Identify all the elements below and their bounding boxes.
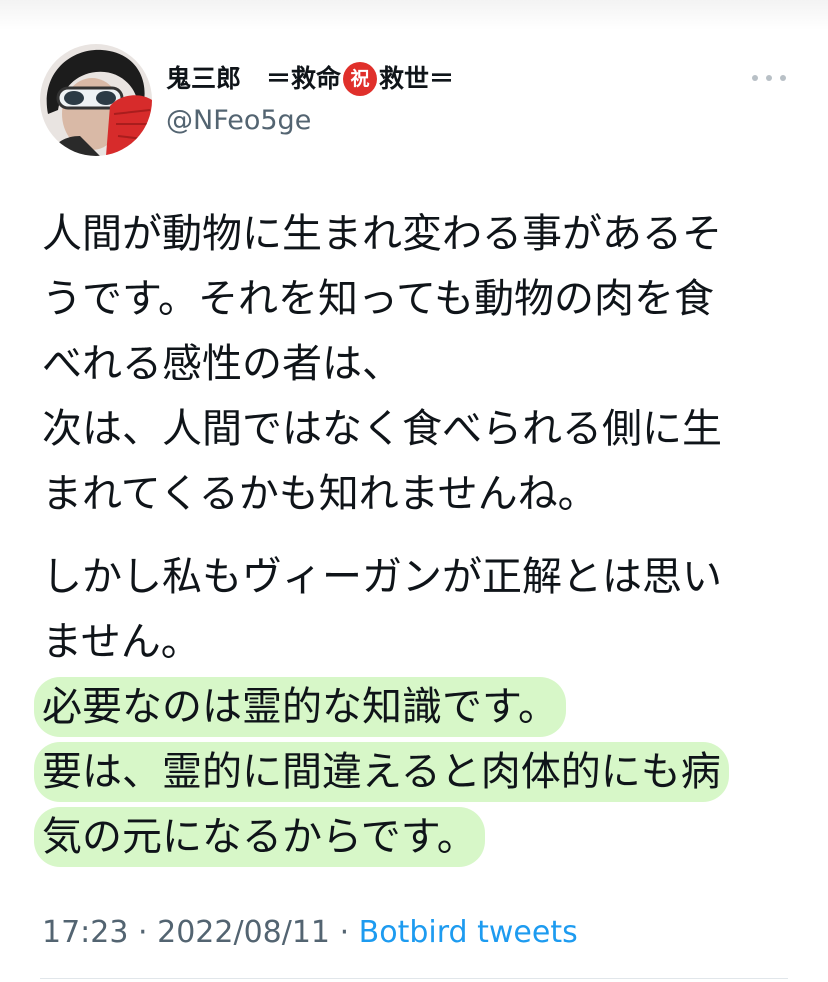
text-line: しかし私もヴィーガンが正解とは思い [42, 554, 722, 600]
text-line: まれてくるかも知れませんね。 [42, 471, 598, 517]
text-line: ません。 [42, 619, 201, 665]
avatar[interactable] [40, 44, 152, 156]
paragraph-1: 人間が動物に生まれ変わる事があるそ うです。それを知っても動物の肉を食 べれる感… [42, 202, 792, 527]
highlighted-line: 必要なのは霊的な知識です。 [34, 677, 566, 737]
divider [40, 978, 788, 979]
meta-separator: · [339, 915, 350, 950]
tweet-metadata: 17:23 · 2022/08/11 · Botbird tweets [42, 912, 578, 954]
avatar-image [40, 44, 152, 156]
text-line: べれる感性の者は、 [42, 341, 402, 387]
tweet-time[interactable]: 17:23 [42, 915, 128, 950]
text-line: 人間が動物に生まれ変わる事があるそ [42, 211, 722, 257]
tweet-source-link[interactable]: Botbird tweets [359, 915, 578, 950]
celebrate-icon: 祝 [343, 62, 378, 96]
tweet: 鬼三郎 ＝救命 祝 救世＝ @NFeo5ge 人間が動物に生まれ変わる事があるそ… [0, 0, 828, 982]
highlighted-line: 気の元になるからです。 [34, 807, 485, 867]
more-dot [766, 75, 772, 81]
text-line: うです。それを知っても動物の肉を食 [42, 276, 714, 322]
tweet-text: 人間が動物に生まれ変わる事があるそ うです。それを知っても動物の肉を食 べれる感… [34, 202, 792, 870]
more-dot [752, 75, 758, 81]
display-name-part2: 救世＝ [379, 64, 455, 93]
user-handle[interactable]: @NFeo5ge [166, 104, 311, 138]
highlighted-line: 要は、霊的に間違えると肉体的にも病 [34, 742, 729, 802]
more-horizontal-icon[interactable] [752, 68, 786, 88]
display-name-part1: 鬼三郎 ＝救命 [166, 64, 342, 93]
meta-separator: · [138, 915, 148, 950]
display-name[interactable]: 鬼三郎 ＝救命 祝 救世＝ [166, 62, 454, 96]
paragraph-2: しかし私もヴィーガンが正解とは思い ません。 必要なのは霊的な知識です。 要は、… [34, 545, 792, 870]
more-dot [780, 75, 786, 81]
tweet-date[interactable]: 2022/08/11 [157, 915, 330, 950]
text-line: 次は、人間ではなく食べられる側に生 [42, 406, 722, 452]
